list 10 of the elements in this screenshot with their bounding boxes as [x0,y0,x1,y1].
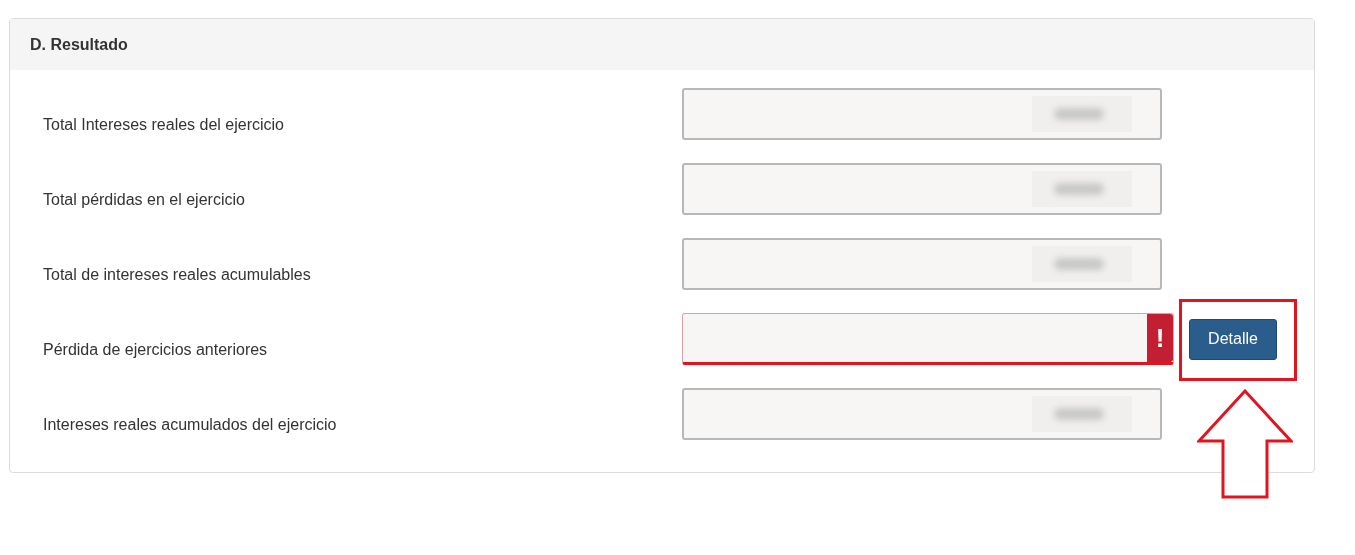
field-label: Total pérdidas en el ejercicio [42,190,246,210]
detail-button[interactable]: Detalle [1189,318,1277,360]
field-label: Total Intereses reales del ejercicio [42,115,285,135]
input-field[interactable]: ! [682,313,1174,365]
field-label: Total de intereses reales acumulables [42,265,312,285]
field-label: Pérdida de ejercicios anteriores [42,340,269,360]
error-badge: ! [1147,314,1173,362]
arrow-up-icon [1197,388,1293,499]
field-label: Intereses reales acumulados del ejercicio [42,415,338,435]
panel-title: D. Resultado [30,34,128,55]
